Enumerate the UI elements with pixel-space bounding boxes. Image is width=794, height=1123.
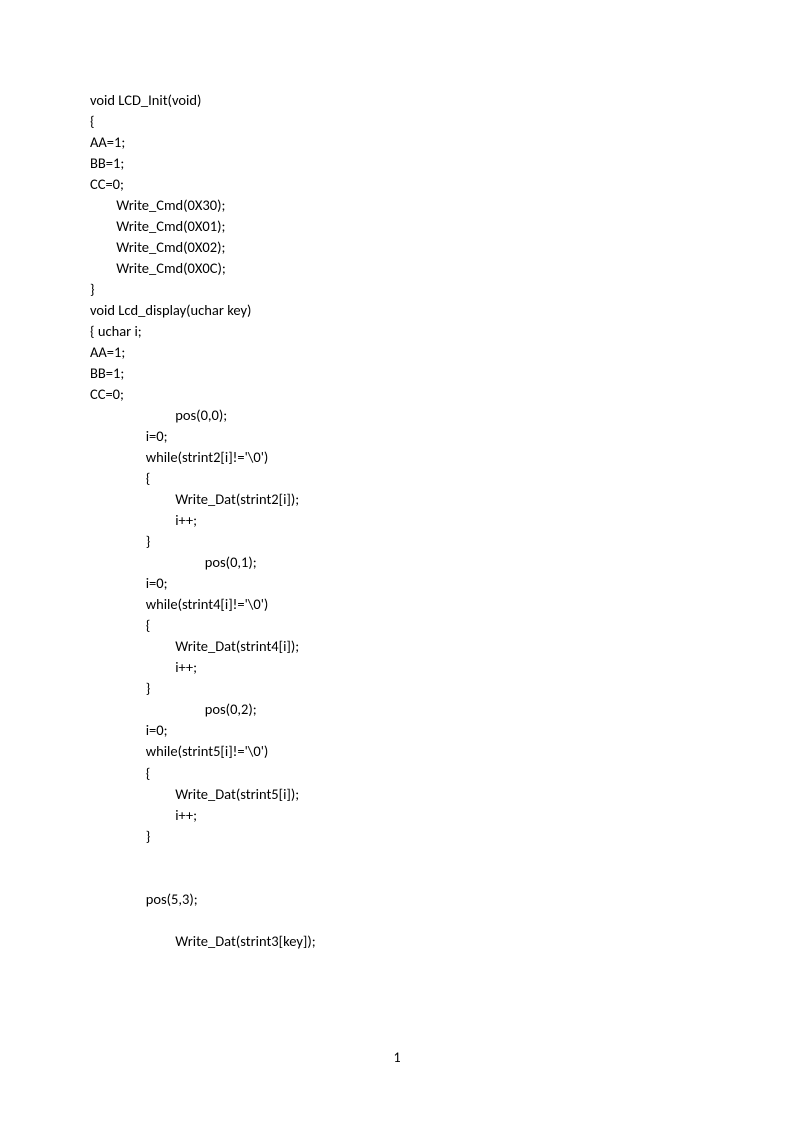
code-line: AA=1; [90, 342, 704, 363]
code-line: Write_Dat(strint5[i]); [90, 784, 704, 805]
code-line: while(strint5[i]!='\0') [90, 741, 704, 762]
code-line: { [90, 763, 704, 784]
code-line: BB=1; [90, 363, 704, 384]
code-line: } [90, 279, 704, 300]
code-line: } [90, 826, 704, 847]
code-line: } [90, 678, 704, 699]
code-line: Write_Dat(strint2[i]); [90, 489, 704, 510]
code-line: i++; [90, 510, 704, 531]
code-line: pos(5,3); [90, 889, 704, 910]
code-line: CC=0; [90, 174, 704, 195]
code-line: i++; [90, 805, 704, 826]
code-line: Write_Cmd(0X02); [90, 237, 704, 258]
code-line: Write_Cmd(0X30); [90, 195, 704, 216]
code-line: { uchar i; [90, 321, 704, 342]
code-line: while(strint2[i]!='\0') [90, 447, 704, 468]
code-line: pos(0,1); [90, 552, 704, 573]
code-line: pos(0,0); [90, 405, 704, 426]
code-line [90, 910, 704, 931]
code-line: i++; [90, 657, 704, 678]
page-number: 1 [0, 1048, 794, 1068]
code-line: AA=1; [90, 132, 704, 153]
code-line: Write_Dat(strint4[i]); [90, 636, 704, 657]
code-line: } [90, 531, 704, 552]
code-line: i=0; [90, 573, 704, 594]
code-line: CC=0; [90, 384, 704, 405]
code-line: i=0; [90, 426, 704, 447]
code-line: i=0; [90, 720, 704, 741]
code-line: pos(0,2); [90, 699, 704, 720]
code-line: Write_Cmd(0X0C); [90, 258, 704, 279]
code-line [90, 868, 704, 889]
code-line: { [90, 468, 704, 489]
code-line: { [90, 111, 704, 132]
code-line: { [90, 615, 704, 636]
code-line: void Lcd_display(uchar key) [90, 300, 704, 321]
code-line: while(strint4[i]!='\0') [90, 594, 704, 615]
code-line [90, 847, 704, 868]
code-line: BB=1; [90, 153, 704, 174]
code-line: Write_Dat(strint3[key]); [90, 931, 704, 952]
document-page: void LCD_Init(void){AA=1;BB=1;CC=0; Writ… [0, 0, 794, 952]
code-block: void LCD_Init(void){AA=1;BB=1;CC=0; Writ… [90, 90, 704, 952]
code-line: Write_Cmd(0X01); [90, 216, 704, 237]
code-line: void LCD_Init(void) [90, 90, 704, 111]
